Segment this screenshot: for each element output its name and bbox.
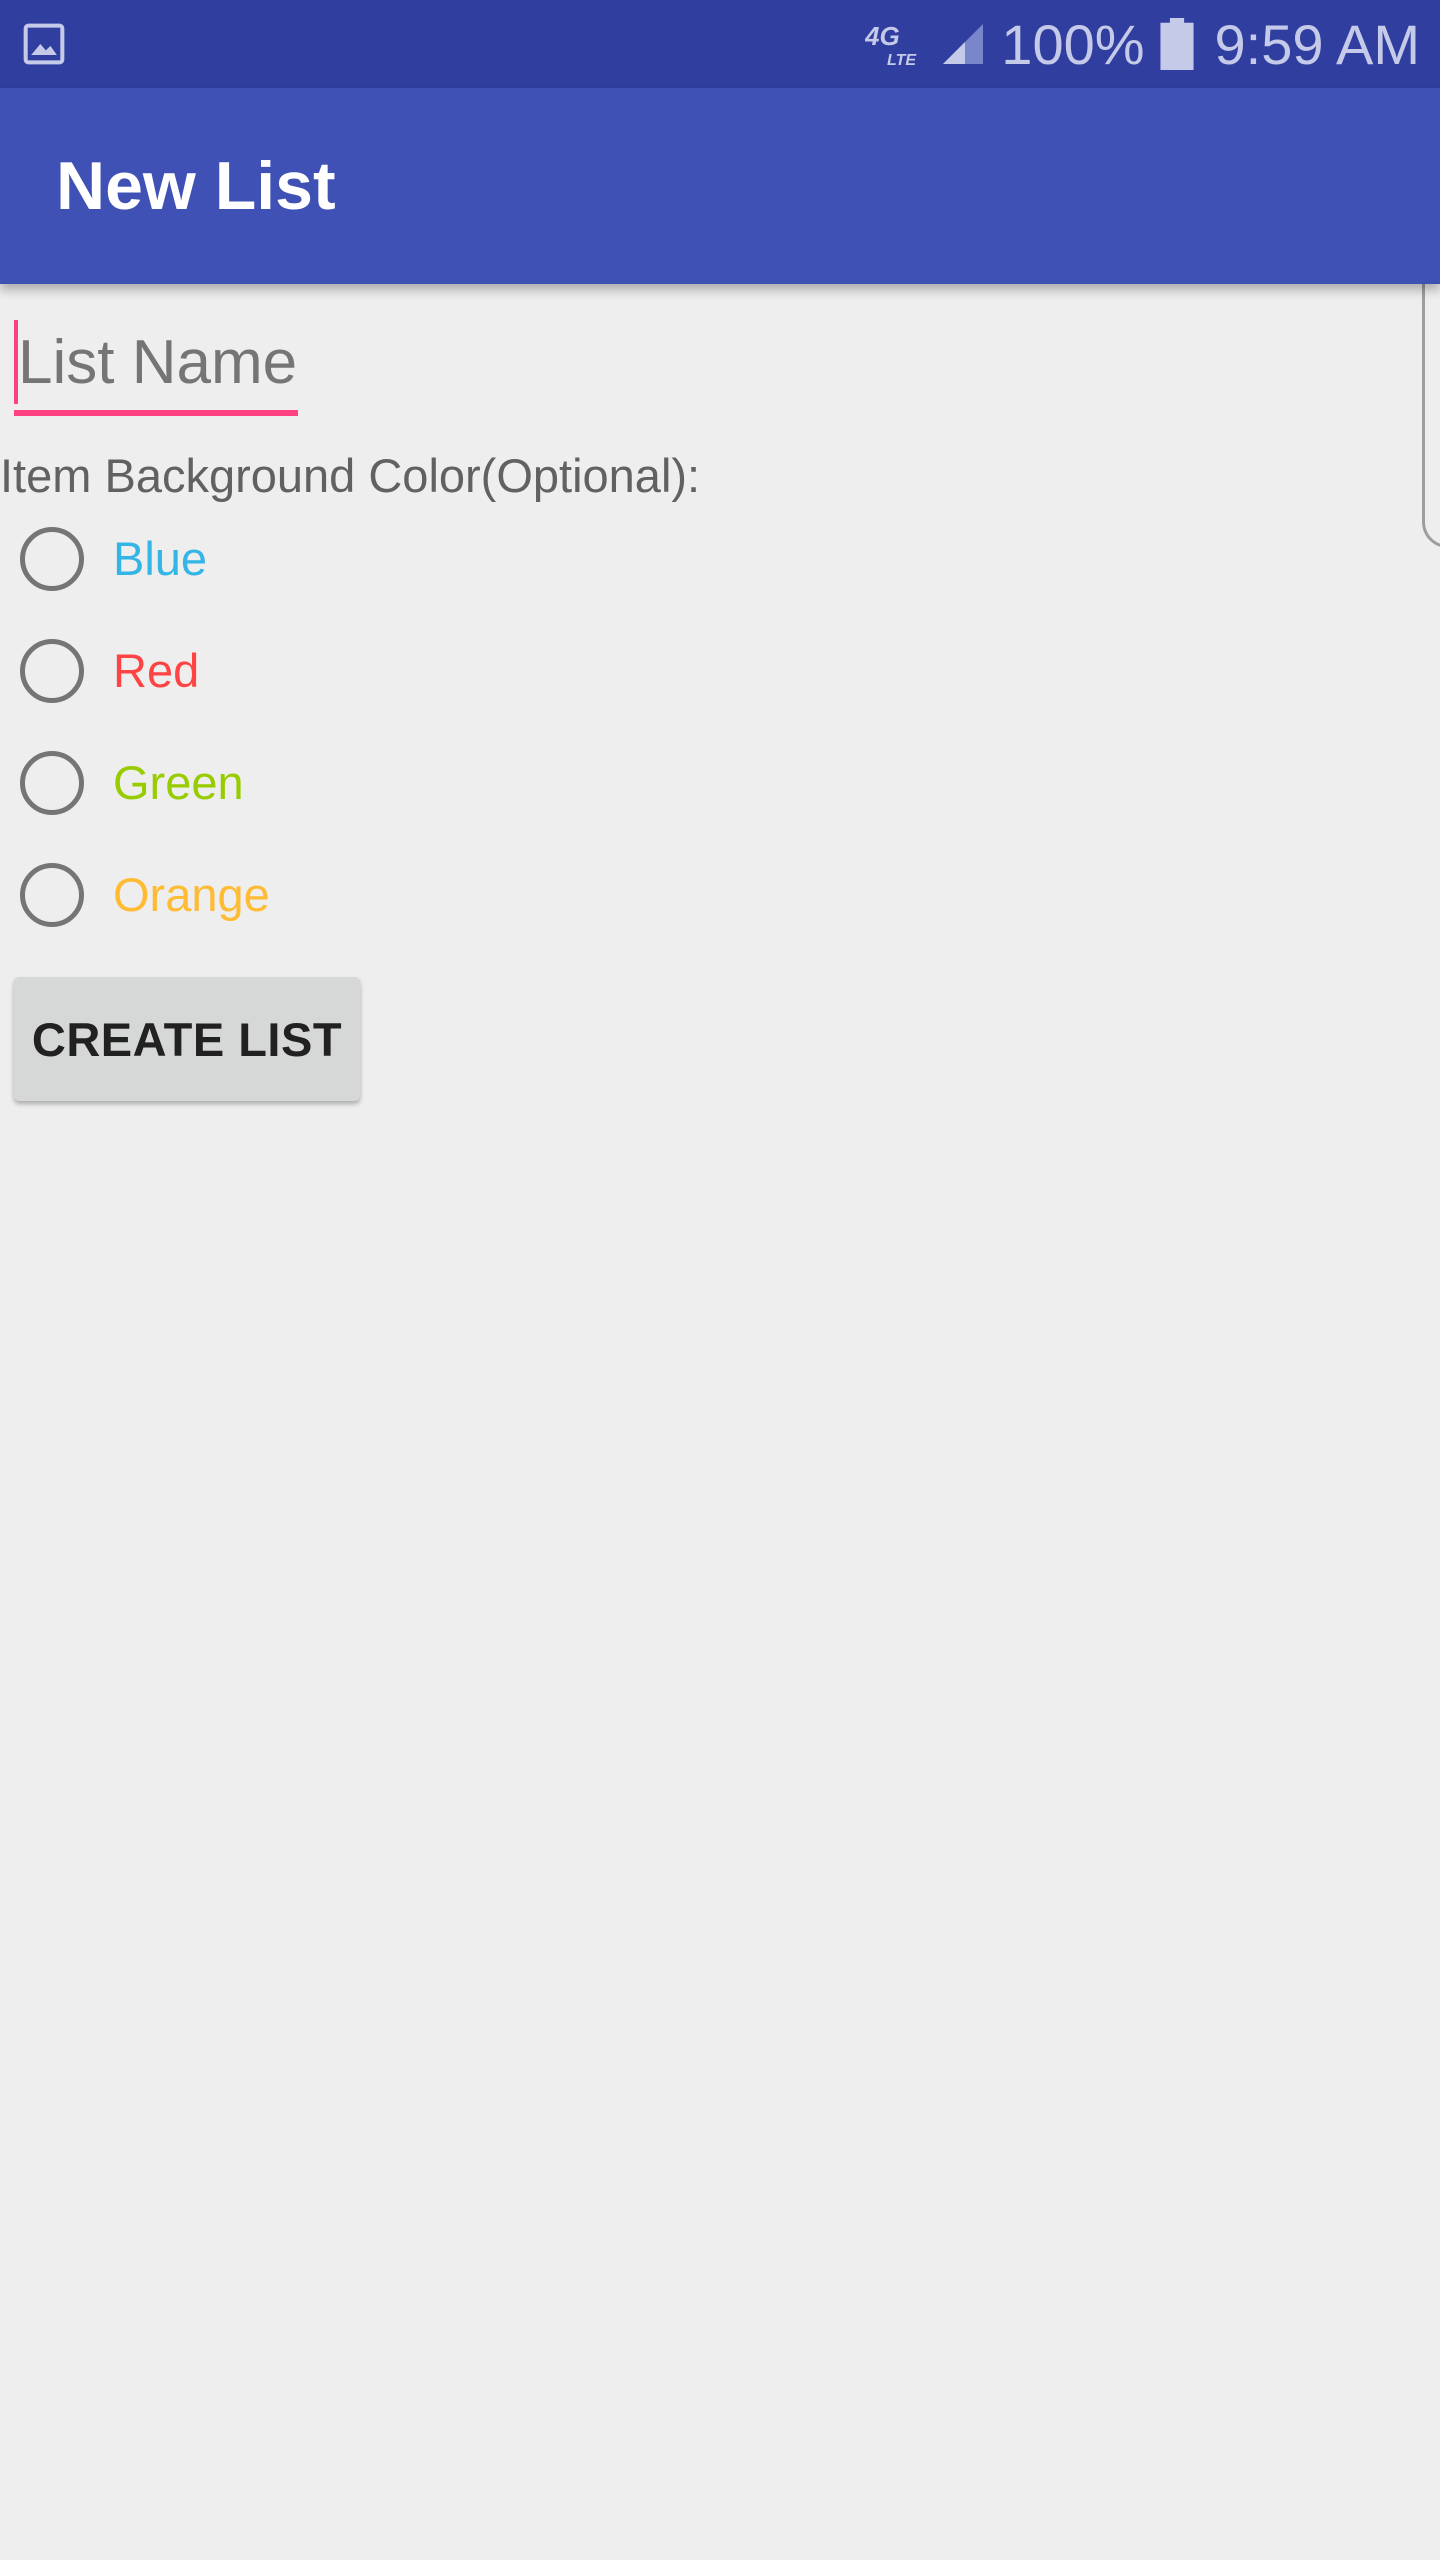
radio-label-orange[interactable]: Orange	[113, 863, 270, 927]
page-title: New List	[56, 148, 336, 224]
list-name-field[interactable]	[14, 318, 298, 418]
app-bar: New List	[0, 88, 1440, 284]
radio-label-green[interactable]: Green	[113, 751, 244, 815]
svg-text:4G: 4G	[865, 21, 900, 51]
cell-signal-icon	[943, 24, 984, 64]
battery-percent: 100%	[1001, 12, 1145, 76]
svg-text:LTE: LTE	[887, 52, 917, 69]
input-underline	[14, 410, 298, 416]
radio-button-icon[interactable]	[20, 527, 84, 591]
radio-option-red[interactable]: Red	[18, 639, 618, 751]
color-radio-group: Blue Red Green Orange	[18, 527, 618, 975]
radio-option-orange[interactable]: Orange	[18, 863, 618, 975]
clock: 9:59 AM	[1214, 12, 1420, 76]
radio-button-icon[interactable]	[20, 639, 84, 703]
radio-label-red[interactable]: Red	[113, 639, 199, 703]
status-icons: 4G LTE 100% 9:59 AM	[865, 0, 1420, 88]
text-cursor	[14, 320, 18, 404]
create-list-button[interactable]: CREATE LIST	[14, 977, 360, 1101]
4g-lte-icon: 4G LTE	[865, 21, 917, 69]
radio-button-icon[interactable]	[20, 751, 84, 815]
radio-option-blue[interactable]: Blue	[18, 527, 618, 639]
radio-button-icon[interactable]	[20, 863, 84, 927]
color-label: Item Background Color(Optional):	[0, 449, 701, 502]
list-name-input[interactable]	[14, 318, 298, 406]
radio-option-green[interactable]: Green	[18, 751, 618, 863]
image-gallery-icon	[23, 23, 65, 65]
status-bar: 4G LTE 100% 9:59 AM	[0, 0, 1440, 88]
battery-icon	[1159, 18, 1194, 70]
radio-label-blue[interactable]: Blue	[113, 527, 207, 591]
